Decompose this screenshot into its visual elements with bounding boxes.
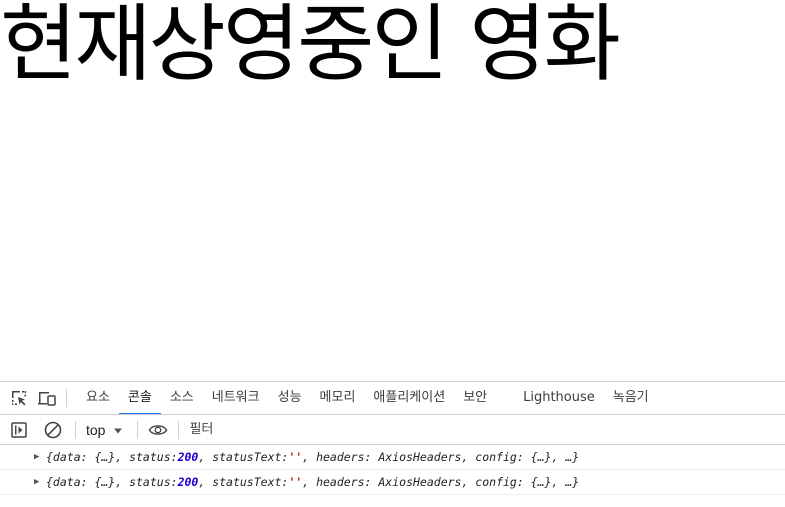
log-text: , headers: AxiosHeaders, config: {…}, …} xyxy=(302,475,580,489)
expand-arrow-icon[interactable]: ▶ xyxy=(34,452,46,462)
live-expression-eye-icon[interactable] xyxy=(148,420,168,440)
tab-sources[interactable]: 소스 xyxy=(161,382,203,414)
tab-security[interactable]: 보안 xyxy=(454,382,496,414)
tab-application[interactable]: 애플리케이션 xyxy=(364,382,454,414)
toolbar-divider xyxy=(178,420,180,439)
log-text: , headers: AxiosHeaders, config: {…}, …} xyxy=(302,450,580,464)
devtools-tab-bar: 요소 콘솔 소스 네트워크 성능 메모리 애플리케이션 보안 Lighthous… xyxy=(0,381,785,415)
log-text: {data: {…}, status: xyxy=(46,450,178,464)
devtools-panel: 요소 콘솔 소스 네트워크 성능 메모리 애플리케이션 보안 Lighthous… xyxy=(0,381,785,507)
console-toolbar: top xyxy=(0,415,785,445)
log-status-value: 200 xyxy=(177,475,199,489)
toolbar-divider xyxy=(75,420,76,439)
log-status-text-value: '' xyxy=(288,450,303,464)
chevron-down-icon xyxy=(113,422,123,438)
device-toolbar-icon[interactable] xyxy=(37,388,57,408)
expand-arrow-icon[interactable]: ▶ xyxy=(34,477,46,487)
toolbar-divider xyxy=(66,389,67,407)
tab-memory[interactable]: 메모리 xyxy=(311,382,365,414)
tab-lighthouse[interactable]: Lighthouse xyxy=(514,382,604,414)
tab-elements[interactable]: 요소 xyxy=(77,382,119,414)
clear-console-icon[interactable] xyxy=(43,420,63,440)
sidebar-toggle-icon[interactable] xyxy=(9,420,29,440)
log-status-text-value: '' xyxy=(288,475,303,489)
log-status-value: 200 xyxy=(177,450,199,464)
context-selector[interactable]: top xyxy=(82,422,127,438)
tab-network[interactable]: 네트워크 xyxy=(203,382,269,414)
context-label: top xyxy=(86,421,106,438)
toolbar-divider xyxy=(137,420,139,439)
tab-performance[interactable]: 성능 xyxy=(269,382,311,414)
tab-recorder[interactable]: 녹음기 xyxy=(604,382,658,414)
log-text: , statusText: xyxy=(198,475,289,489)
filter-input[interactable] xyxy=(185,422,754,437)
console-log-entry[interactable]: ▶ {data: {…}, status: 200, statusText: '… xyxy=(0,470,785,495)
console-log-entry[interactable]: ▶ {data: {…}, status: 200, statusText: '… xyxy=(0,445,785,470)
log-text: , statusText: xyxy=(198,450,289,464)
tab-console[interactable]: 콘솔 xyxy=(118,382,161,414)
inspect-element-icon[interactable] xyxy=(9,388,29,408)
log-text: {data: {…}, status: xyxy=(46,475,178,489)
page-heading: 현재상영중인 영화 xyxy=(0,0,621,93)
